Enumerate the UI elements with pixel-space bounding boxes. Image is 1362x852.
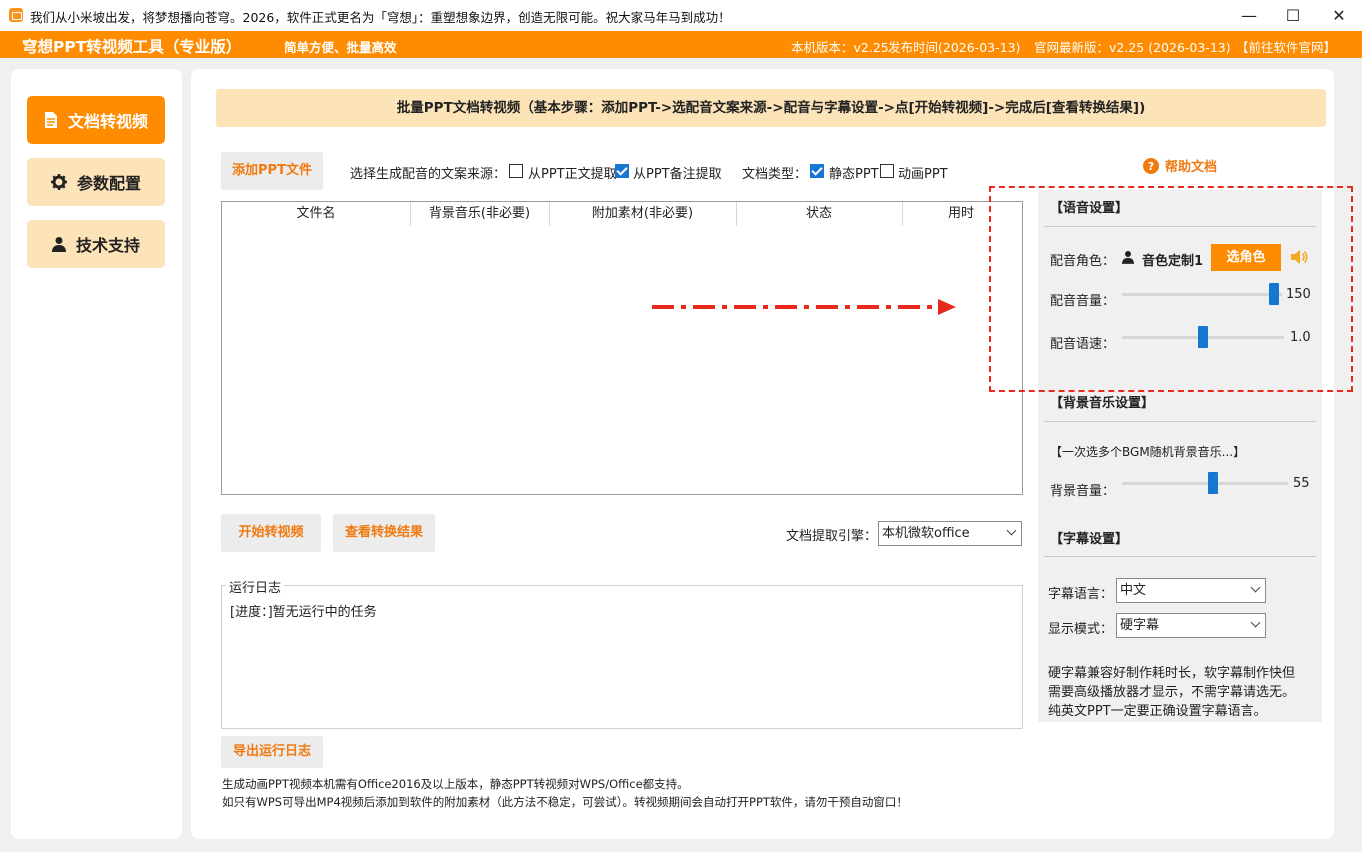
- animated-ppt-label: 动画PPT: [898, 167, 948, 182]
- start-convert-button[interactable]: 开始转视频: [221, 514, 321, 552]
- engine-select[interactable]: 本机微软office: [878, 521, 1022, 546]
- user-icon: [51, 237, 66, 252]
- source-notes-checkbox[interactable]: [615, 164, 629, 178]
- help-link[interactable]: ? 帮助文档: [1143, 156, 1217, 175]
- subtitle-section-title: 【字幕设置】: [1050, 532, 1129, 547]
- subtitle-note-1: 硬字幕兼容好制作耗时长，软字幕制作快但: [1048, 666, 1296, 681]
- title-bar: 我们从小米坡出发，将梦想播向苍穹。2026，软件正式更名为「穹想」：重塑想象边界…: [0, 0, 1362, 31]
- annotation-arrow: [652, 299, 956, 315]
- gear-icon: [50, 174, 67, 190]
- view-result-button[interactable]: 查看转换结果: [333, 514, 435, 552]
- chevron-down-icon: [1250, 582, 1261, 593]
- divider: [1044, 556, 1316, 557]
- file-table[interactable]: 文件名 背景音乐(非必要) 附加素材(非必要) 状态 用时: [221, 201, 1023, 495]
- latest-version: 官网最新版：v2.25 (2026-03-13): [1034, 40, 1231, 55]
- app-name: 穹想PPT转视频工具（专业版）: [22, 38, 242, 56]
- document-icon: [44, 112, 57, 128]
- app-header: 穹想PPT转视频工具（专业版） 简单方便、批量高效 本机版本：v2.25 发布时…: [0, 31, 1362, 58]
- svg-text:?: ?: [1148, 160, 1154, 173]
- website-link[interactable]: 【前往软件官网】: [1236, 37, 1336, 56]
- column-header-status[interactable]: 状态: [736, 202, 903, 226]
- annotation-highlight-box: [989, 186, 1353, 392]
- slogan: 简单方便、批量高效: [284, 40, 397, 55]
- chevron-down-icon: [1250, 617, 1261, 628]
- display-mode-value: 硬字幕: [1120, 618, 1160, 633]
- display-mode-label: 显示模式：: [1048, 622, 1114, 637]
- note-line-2: 如只有WPS可导出MP4视频后添加到软件的附加素材（此方法不稳定，可尝试）。转视…: [222, 795, 908, 809]
- subtitle-note-2: 需要高级播放器才显示，不需字幕请选无。: [1048, 685, 1296, 700]
- help-link-label: 帮助文档: [1165, 160, 1218, 175]
- nav-item-label: 技术支持: [75, 236, 140, 255]
- chevron-down-icon: [1006, 525, 1017, 536]
- nav-item-label: 参数配置: [76, 174, 141, 193]
- note-line-1: 生成动画PPT视频本机需有Office2016及以上版本，静态PPT转视频对WP…: [222, 777, 689, 791]
- subtitle-lang-select[interactable]: 中文: [1116, 578, 1266, 603]
- minimize-button[interactable]: —: [1226, 0, 1272, 31]
- run-log-text: [进度：]暂无运行中的任务: [230, 605, 377, 620]
- source-notes-label: 从PPT备注提取: [633, 167, 722, 182]
- subtitle-lang-value: 中文: [1120, 583, 1147, 598]
- engine-label: 文档提取引擎：: [786, 529, 878, 544]
- steps-banner: 批量PPT文档转视频（基本步骤：添加PPT->选配音文案来源->配音与字幕设置-…: [216, 89, 1326, 127]
- column-header-bgm[interactable]: 背景音乐(非必要): [410, 202, 550, 226]
- bgm-volume-label: 背景音量：: [1050, 484, 1116, 499]
- column-header-assets[interactable]: 附加素材(非必要): [549, 202, 737, 226]
- nav-item-settings[interactable]: 参数配置: [27, 158, 165, 206]
- run-log-title: 运行日志: [226, 577, 285, 596]
- engine-value: 本机微软office: [882, 526, 970, 541]
- bgm-volume-slider[interactable]: [1122, 482, 1288, 485]
- nav-item-doc-to-video[interactable]: 文档转视频: [27, 96, 165, 144]
- source-body-label: 从PPT正文提取: [528, 167, 617, 182]
- column-header-filename[interactable]: 文件名: [222, 202, 411, 226]
- bgm-volume-slider-thumb[interactable]: [1207, 472, 1218, 494]
- close-button[interactable]: ✕: [1316, 0, 1362, 31]
- source-body-checkbox[interactable]: [509, 164, 523, 178]
- doc-type-label: 文档类型：: [742, 167, 808, 182]
- source-label: 选择生成配音的文案来源：: [350, 167, 507, 182]
- subtitle-note-3: 纯英文PPT一定要正确设置字幕语言。: [1048, 704, 1267, 719]
- window-title: 我们从小米坡出发，将梦想播向苍穹。2026，软件正式更名为「穹想」：重塑想象边界…: [30, 10, 731, 25]
- maximize-button[interactable]: ☐: [1270, 0, 1316, 31]
- nav-item-support[interactable]: 技术支持: [27, 220, 165, 268]
- subtitle-lang-label: 字幕语言：: [1048, 587, 1114, 602]
- bgm-section-title: 【背景音乐设置】: [1050, 396, 1155, 411]
- bgm-volume-value: 55: [1293, 476, 1310, 491]
- animated-ppt-checkbox[interactable]: [880, 164, 894, 178]
- static-ppt-label: 静态PPT: [829, 167, 879, 182]
- bgm-hint[interactable]: 【一次选多个BGM随机背景音乐...】: [1050, 443, 1245, 460]
- app-icon: [9, 8, 23, 22]
- display-mode-select[interactable]: 硬字幕: [1116, 613, 1266, 638]
- divider: [1044, 421, 1316, 422]
- release-date: 发布时间(2026-03-13): [888, 40, 1021, 55]
- static-ppt-checkbox[interactable]: [810, 164, 824, 178]
- local-version: 本机版本：v2.25: [791, 40, 889, 55]
- help-icon: ?: [1143, 157, 1159, 174]
- export-log-button[interactable]: 导出运行日志: [221, 736, 323, 768]
- add-ppt-button[interactable]: 添加PPT文件: [221, 152, 323, 190]
- nav-item-label: 文档转视频: [67, 112, 148, 131]
